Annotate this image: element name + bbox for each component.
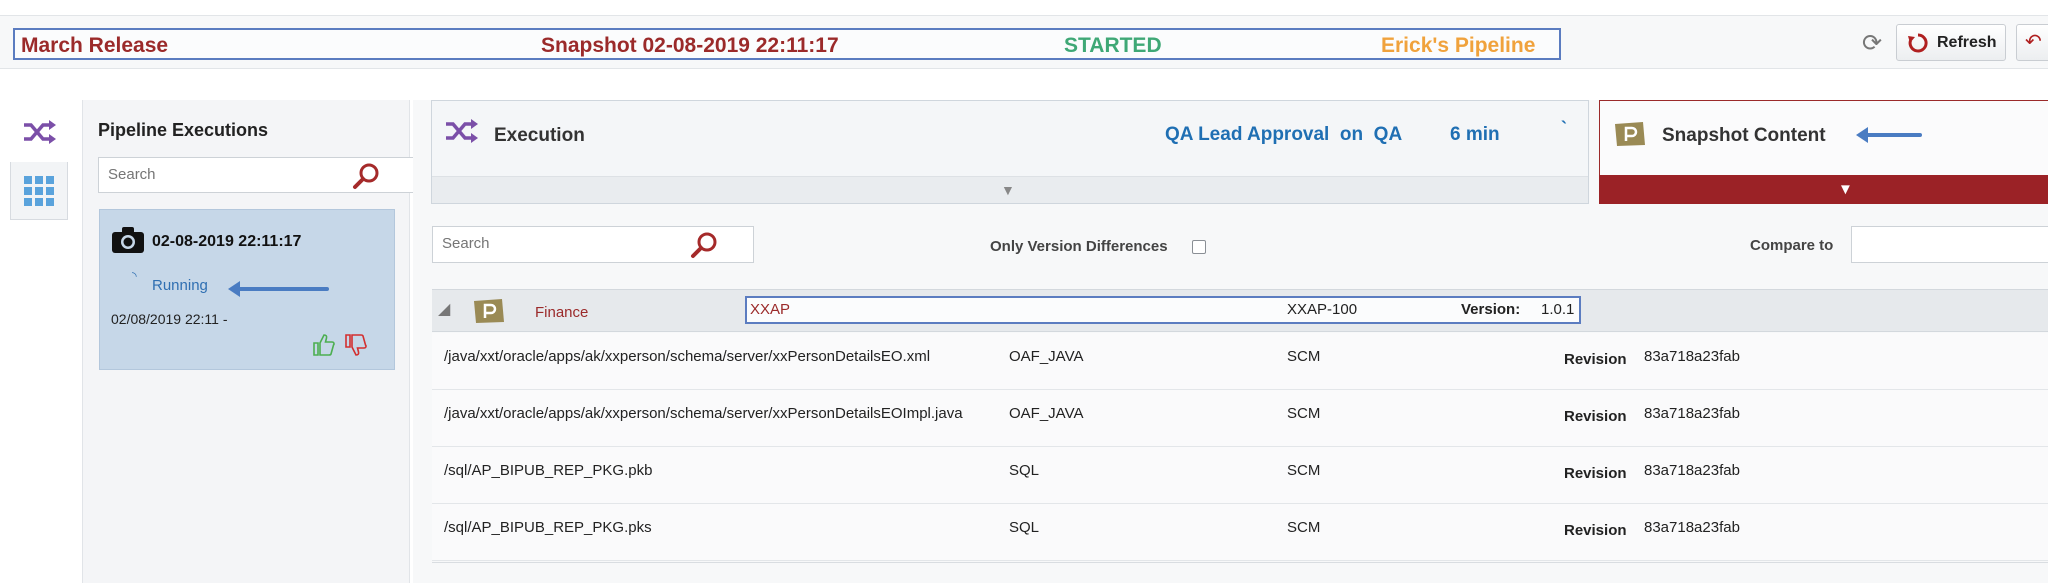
current-stage: QA Lead Approval on QA (1165, 124, 1403, 145)
collapse-icon[interactable]: ◢ (438, 299, 450, 319)
compare-to-label: Compare to (1750, 237, 1834, 254)
package-icon (1615, 122, 1645, 146)
revision-value: 83a718a23fab (1644, 519, 1740, 536)
annotation-arrow (1856, 127, 1922, 143)
shuffle-icon (23, 120, 56, 144)
shuffle-icon (446, 119, 478, 143)
version-label: Version: (1461, 301, 1521, 318)
execution-status: Running (152, 277, 208, 294)
package-icon (474, 299, 504, 323)
snapshot-title: Snapshot 02-08-2019 22:11:17 (541, 34, 839, 57)
panel-title: Pipeline Executions (98, 120, 269, 140)
version-differences-checkbox[interactable] (1192, 240, 1206, 254)
execution-duration: 6 min (1450, 124, 1500, 145)
grid-icon (24, 176, 54, 206)
package-code: XXAP-100 (1287, 301, 1358, 318)
execution-date: 02-08-2019 22:11:17 (152, 233, 302, 250)
version-value: 1.0.1 (1541, 301, 1575, 318)
file-source: SCM (1287, 405, 1321, 422)
application-name: XXAP (750, 301, 791, 318)
file-path: /java/xxt/oracle/apps/ak/xxperson/schema… (444, 348, 931, 365)
annotation-arrow (228, 281, 329, 297)
file-path: /java/xxt/oracle/apps/ak/xxperson/schema… (444, 405, 963, 422)
revision-label: Revision (1564, 465, 1627, 482)
content-search-input[interactable] (442, 235, 682, 252)
revision-label: Revision (1564, 351, 1627, 368)
expand-down-icon[interactable]: ▼ (1838, 181, 1853, 198)
snapshot-content-label: Snapshot Content (1662, 125, 1826, 146)
file-type: SQL (1009, 519, 1040, 536)
pipeline-name[interactable]: Erick's Pipeline (1381, 34, 1535, 58)
compare-to-select[interactable] (1851, 226, 2048, 263)
thumbs-up-icon[interactable] (312, 333, 336, 357)
table-row[interactable]: /sql/AP_BIPUB_REP_PKG.pks SQL SCM Revisi… (432, 504, 2048, 561)
refresh-label: Refresh (1937, 33, 1997, 51)
table-row[interactable]: /sql/AP_BIPUB_REP_PKG.pkb SQL SCM Revisi… (432, 447, 2048, 504)
execution-tick-mark: ` (1561, 118, 1567, 138)
file-source: SCM (1287, 348, 1321, 365)
sync-icon[interactable]: ⟳ (1858, 30, 1886, 58)
file-path: /sql/AP_BIPUB_REP_PKG.pks (444, 519, 652, 536)
release-name: March Release (21, 34, 169, 57)
refresh-button[interactable]: Refresh (1896, 24, 2006, 61)
release-summary-box: March Release Snapshot 02-08-2019 22:11:… (13, 28, 1561, 60)
executions-search-input[interactable] (108, 166, 348, 183)
revision-value: 83a718a23fab (1644, 405, 1740, 422)
content-search (432, 226, 754, 263)
file-type: SQL (1009, 462, 1040, 479)
camera-icon (112, 227, 144, 253)
status-badge: STARTED (1064, 34, 1162, 57)
file-source: SCM (1287, 519, 1321, 536)
revision-value: 83a718a23fab (1644, 348, 1740, 365)
undo-icon: ↶ (2025, 31, 2042, 53)
revision-value: 83a718a23fab (1644, 462, 1740, 479)
executions-search (98, 157, 420, 193)
thumbs-down-icon[interactable] (344, 333, 368, 357)
spinner-icon: ◝ (132, 269, 137, 283)
file-type: OAF_JAVA (1009, 348, 1084, 365)
divider (432, 562, 2048, 563)
file-source: SCM (1287, 462, 1321, 479)
expand-down-icon[interactable]: ▼ (1001, 182, 1015, 198)
version-differences-label: Only Version Differences (990, 238, 1168, 255)
execution-timestamp: 02/08/2019 22:11 - (111, 311, 228, 327)
group-name: Finance (535, 304, 589, 321)
file-type: OAF_JAVA (1009, 405, 1084, 422)
search-icon[interactable] (689, 230, 719, 260)
file-path: /sql/AP_BIPUB_REP_PKG.pkb (444, 462, 653, 479)
execution-label: Execution (494, 125, 585, 146)
package-highlight-box (745, 296, 1581, 324)
revision-label: Revision (1564, 522, 1627, 539)
revision-label: Revision (1564, 408, 1627, 425)
table-row[interactable]: /java/xxt/oracle/apps/ak/xxperson/schema… (432, 333, 2048, 390)
tab-pipelines[interactable] (10, 102, 68, 162)
refresh-icon (1908, 32, 1928, 52)
undo-button[interactable]: ↶ (2016, 24, 2048, 61)
table-row[interactable]: /java/xxt/oracle/apps/ak/xxperson/schema… (432, 390, 2048, 447)
snapshot-content-expander[interactable] (1599, 175, 2048, 204)
tab-grid[interactable] (10, 162, 68, 220)
search-icon[interactable] (351, 161, 381, 191)
